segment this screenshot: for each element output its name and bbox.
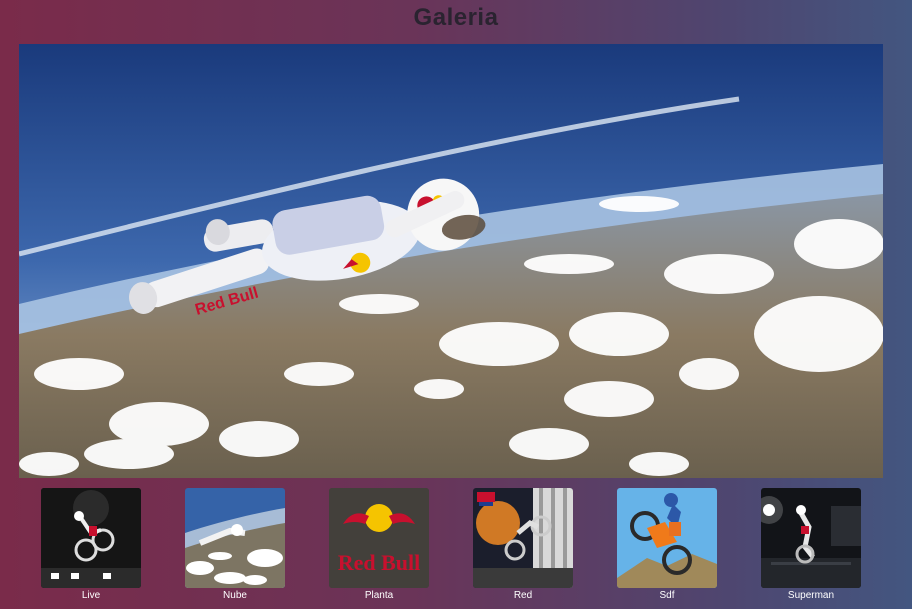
thumbnail-image [617,488,717,588]
thumbnail-sdf[interactable]: Sdf [617,488,717,602]
page-title: Galeria [413,4,499,31]
thumbnail-label: Live [81,590,101,601]
thumbnail-label: Sdf [659,590,675,601]
thumbnail-label: Superman [787,590,835,601]
thumbnail-label: Planta [364,590,394,601]
thumbnail-strip: Live Nube Red Bull Planta Red Sdf Superm… [0,488,912,609]
thumbnail-image [41,488,141,588]
thumbnail-label: Red [513,590,533,601]
thumbnail-red[interactable]: Red [473,488,573,602]
thumbnail-image [761,488,861,588]
skydiver-photo: Red Bull [19,44,883,478]
main-gallery-image[interactable]: Red Bull [19,44,883,478]
thumbnail-image [473,488,573,588]
thumbnail-planta[interactable]: Red Bull Planta [329,488,429,602]
thumbnail-superman[interactable]: Superman [761,488,861,602]
thumbnail-image: Red Bull [329,488,429,588]
red-bull-logo-icon: Red Bull [329,488,429,588]
thumbnail-image [185,488,285,588]
thumbnail-label: Nube [223,590,247,601]
svg-text:Red Bull: Red Bull [338,550,421,575]
thumbnail-live[interactable]: Live [41,488,141,602]
thumbnail-nube[interactable]: Nube [185,488,285,602]
